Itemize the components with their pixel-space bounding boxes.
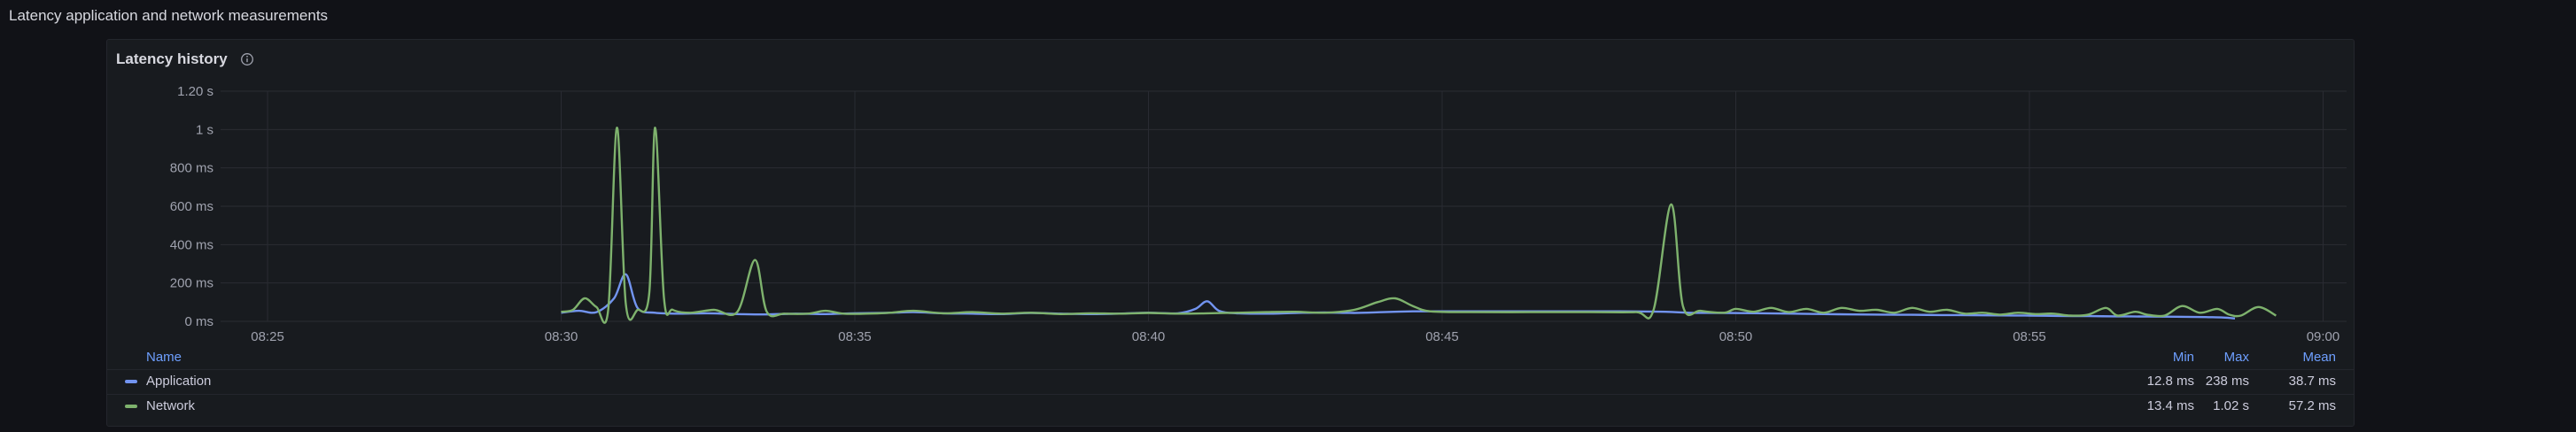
legend-mean-application: 38.7 ms [2288, 374, 2336, 389]
legend-row-network[interactable]: Network 13.4 ms 1.02 s 57.2 ms [107, 394, 2354, 418]
x-tick-label: 08:50 [1719, 329, 1753, 344]
legend-min-application: 12.8 ms [2146, 374, 2194, 389]
series-line-network[interactable] [561, 126, 2277, 324]
latency-chart[interactable]: 1.20 s 1 s 800 ms 600 ms 400 ms 200 ms 0 ms 08… [107, 40, 2355, 346]
y-tick-label: 800 ms [170, 161, 213, 176]
x-tick-label: 08:45 [1425, 329, 1459, 344]
legend-mean-network: 57.2 ms [2288, 398, 2336, 413]
legend-name-application[interactable]: Application [146, 374, 211, 389]
x-tick-label: 08:35 [838, 329, 872, 344]
y-tick-label: 600 ms [170, 199, 213, 214]
legend-header-max[interactable]: Max [2196, 350, 2249, 365]
chart-series [561, 126, 2277, 324]
legend-header-min[interactable]: Min [2132, 350, 2194, 365]
legend-min-network: 13.4 ms [2146, 398, 2194, 413]
legend-header-name[interactable]: Name [146, 350, 182, 365]
x-tick-label: 08:25 [251, 329, 284, 344]
legend-swatch-application [125, 380, 137, 383]
x-tick-label: 08:55 [2013, 329, 2046, 344]
x-tick-label: 09:00 [2307, 329, 2340, 344]
row-title[interactable]: Latency application and network measurem… [9, 7, 328, 25]
chart-grid [221, 90, 2347, 322]
y-tick-label: 400 ms [170, 237, 213, 252]
x-tick-label: 08:30 [545, 329, 578, 344]
x-axis: 08:25 08:30 08:35 08:40 08:45 08:50 08:55 09:00 [251, 329, 2339, 344]
x-tick-label: 08:40 [1132, 329, 1166, 344]
legend-header: Name Min Max Mean [107, 346, 2354, 369]
latency-history-panel: Latency history 1.20 s1 s 800 ms 600 ms 400… [106, 39, 2355, 427]
y-tick-label: 0 ms [184, 314, 213, 329]
legend-max-application: 238 ms [2205, 374, 2249, 389]
legend-row-application[interactable]: Application 12.8 ms 238 ms 38.7 ms [107, 369, 2354, 393]
y-tick-label: 200 ms [170, 276, 213, 291]
y-tick-label: 1 s [196, 122, 213, 137]
legend-header-mean[interactable]: Mean [2274, 350, 2336, 365]
legend-swatch-network [125, 405, 137, 408]
legend-max-network: 1.02 s [2213, 398, 2249, 413]
y-axis: 1.20 s 1 s 800 ms 600 ms 400 ms 200 ms 0 ms [170, 84, 213, 329]
y-tick-label: 1.20 s [177, 84, 213, 99]
legend-name-network[interactable]: Network [146, 398, 195, 413]
